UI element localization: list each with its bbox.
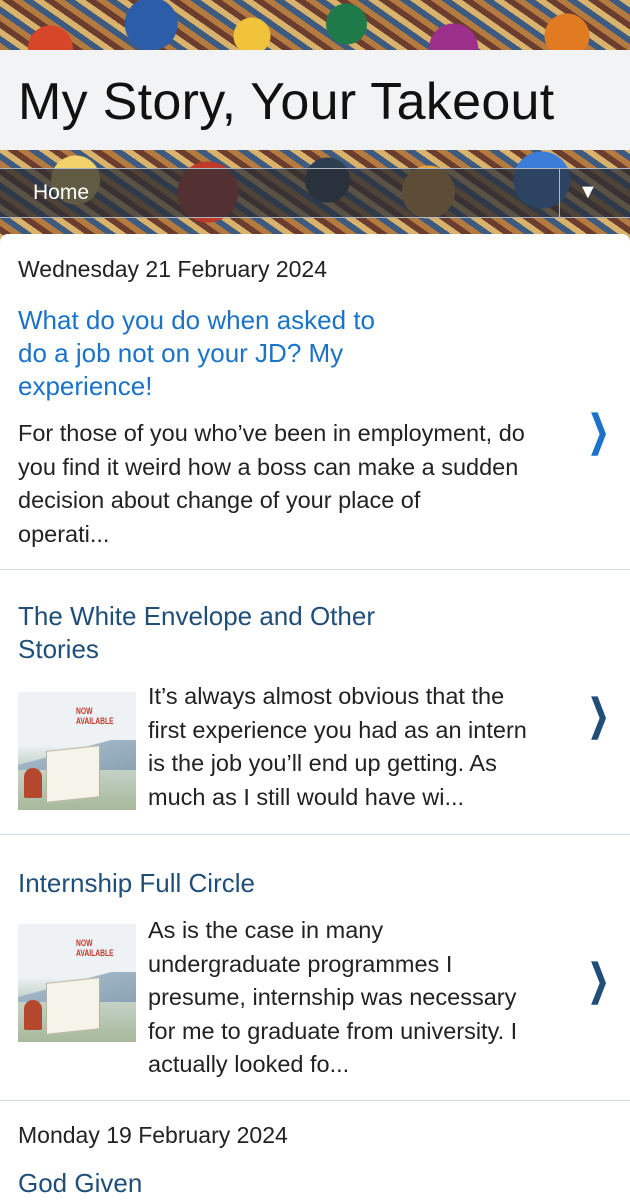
post-snippet: For those of you who’ve been in employme…	[18, 417, 525, 551]
post-snippet-line: actually looked fo...	[148, 1051, 350, 1077]
post-title[interactable]: Internship Full Circle	[18, 867, 255, 900]
post-divider	[0, 569, 630, 570]
post-title-line: The White Envelope and Other	[18, 601, 375, 631]
post-title[interactable]: What do you do when asked to do a job no…	[18, 304, 375, 403]
post-thumbnail-image[interactable]: NOW AVAILABLE	[18, 692, 136, 810]
post-title-line: do a job not on your JD? My	[18, 338, 344, 368]
post-snippet-line: you find it weird how a boss can make a …	[18, 453, 519, 480]
post-snippet: As is the case in many undergraduate pro…	[148, 914, 517, 1082]
chevron-right-icon[interactable]: ❯	[588, 694, 609, 736]
thumbnail-book	[46, 977, 100, 1035]
post-snippet-line: It’s always almost obvious that the	[148, 683, 505, 709]
post-list: Wednesday 21 February 2024 What do you d…	[0, 234, 630, 1200]
post-snippet-line: for me to graduate from university. I	[148, 1017, 518, 1044]
thumbnail-now-available-label: NOW AVAILABLE	[76, 706, 114, 726]
post-snippet-line: first experience you had as an intern	[148, 716, 527, 743]
post-title-line: experience!	[18, 371, 153, 401]
nav-bar: Home ▼	[0, 168, 630, 218]
thumbnail-book	[46, 745, 100, 803]
thumbnail-now-available-label: NOW AVAILABLE	[76, 938, 114, 958]
chevron-right-icon[interactable]: ❯	[588, 410, 609, 452]
post-snippet-line: decision about change of your place of	[18, 487, 421, 513]
post-divider	[0, 834, 630, 835]
nav-divider	[559, 169, 560, 217]
post-title[interactable]: God Given	[18, 1167, 142, 1200]
post-snippet-line: For those of you who’ve been in employme…	[18, 420, 525, 446]
nav-menu-dropdown-icon[interactable]: ▼	[578, 181, 598, 204]
post-title[interactable]: The White Envelope and Other Stories	[18, 600, 375, 666]
post-snippet-line: presume, internship was necessary	[148, 984, 517, 1010]
thumbnail-person	[24, 768, 42, 798]
post-snippet-line: As is the case in many	[148, 917, 384, 943]
post-snippet-line: much as I still would have wi...	[148, 783, 465, 810]
post-date: Monday 19 February 2024	[18, 1122, 288, 1148]
post-title-line: God Given	[18, 1168, 143, 1198]
post-snippet-line: undergraduate programmes I	[148, 950, 453, 977]
post-title-line: What do you do when asked to	[18, 305, 376, 335]
thumbnail-person	[24, 1000, 42, 1030]
post-title-line: Stories	[18, 634, 99, 664]
post-title-line: Internship Full Circle	[18, 868, 255, 898]
nav-home-link[interactable]: Home	[33, 181, 89, 205]
post-thumbnail-image[interactable]: NOW AVAILABLE	[18, 924, 136, 1042]
post-snippet-line: operati...	[18, 520, 110, 547]
site-title[interactable]: My Story, Your Takeout	[18, 72, 555, 132]
chevron-right-icon[interactable]: ❯	[588, 959, 609, 1001]
post-divider	[0, 1100, 630, 1101]
post-date: Wednesday 21 February 2024	[18, 256, 327, 282]
post-snippet: It’s always almost obvious that the firs…	[148, 680, 527, 814]
post-snippet-line: is the job you’ll end up getting. As	[148, 750, 497, 776]
